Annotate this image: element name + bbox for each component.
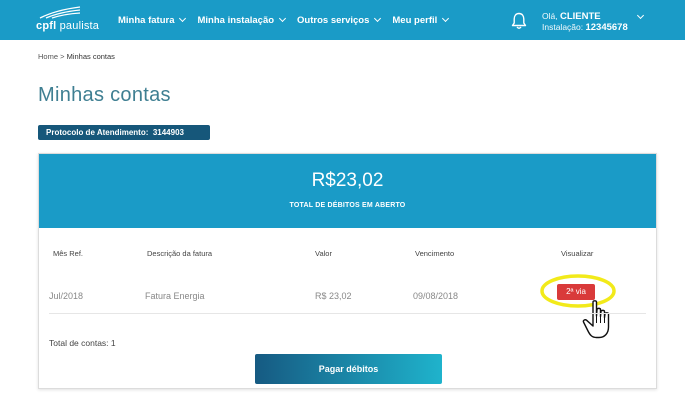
nav-outros-servicos[interactable]: Outros serviços <box>297 14 382 26</box>
pay-debts-button[interactable]: Pagar débitos <box>255 354 442 384</box>
user-menu-chevron-down-icon[interactable] <box>636 11 645 20</box>
total-debts-value: R$23,02 <box>311 170 384 191</box>
total-bills-count: Total de contas: 1 <box>49 338 116 348</box>
logo-text-suffix: paulista <box>56 20 100 32</box>
nav-minha-fatura-label: Minha fatura <box>118 14 175 26</box>
row-value: R$ 23,02 <box>315 291 352 301</box>
column-header-month: Mês Ref. <box>53 249 84 258</box>
chevron-down-icon <box>279 14 287 23</box>
column-header-description: Descrição da fatura <box>147 249 213 258</box>
breadcrumb: Home > Minhas contas <box>38 52 115 61</box>
user-name: CLIENTE <box>559 11 601 22</box>
nav-minha-instalacao[interactable]: Minha instalação <box>197 14 287 26</box>
nav-minha-instalacao-label: Minha instalação <box>197 14 275 26</box>
total-debts-banner: R$23,02 TOTAL DE DÉBITOS EM ABERTO <box>39 154 656 228</box>
chevron-down-icon <box>179 14 187 23</box>
breadcrumb-current: Minhas contas <box>66 52 115 61</box>
row-description: Fatura Energia <box>145 291 205 301</box>
main-nav: Minha fatura Minha instalação Outros ser… <box>118 0 450 40</box>
installation-label: Instalação: <box>542 22 586 32</box>
nav-meu-perfil-label: Meu perfil <box>392 14 438 26</box>
protocol-label: Protocolo de Atendimento: <box>46 128 149 137</box>
page-title: Minhas contas <box>38 84 171 106</box>
second-copy-button[interactable]: 2ª via <box>557 284 595 300</box>
row-month: Jul/2018 <box>49 291 84 301</box>
total-debts-label: TOTAL DE DÉBITOS EM ABERTO <box>289 202 406 209</box>
top-navigation-bar: cpfl paulista Minha fatura Minha instala… <box>0 0 685 40</box>
user-installation-line: Instalação: 12345678 <box>542 22 628 33</box>
row-due-date: 09/08/2018 <box>413 291 459 301</box>
protocol-number: 3144903 <box>152 128 184 137</box>
bills-card: R$23,02 TOTAL DE DÉBITOS EM ABERTO Mês R… <box>38 153 657 389</box>
logo-text-brand: cpfl <box>36 20 57 32</box>
nav-minha-fatura[interactable]: Minha fatura <box>118 14 187 26</box>
cpfl-logo-swoosh-icon <box>39 6 81 19</box>
logo-text: cpfl paulista <box>36 20 99 32</box>
installation-number: 12345678 <box>585 22 628 33</box>
nav-meu-perfil[interactable]: Meu perfil <box>392 14 450 26</box>
bell-icon[interactable] <box>511 12 527 30</box>
user-greeting-line: Olá, CLIENTE <box>542 11 628 22</box>
chevron-down-icon <box>374 14 382 23</box>
row-divider <box>49 313 646 314</box>
breadcrumb-separator: > <box>58 52 67 61</box>
protocol-badge: Protocolo de Atendimento: 3144903 <box>38 125 210 140</box>
user-info[interactable]: Olá, CLIENTE Instalação: 12345678 <box>542 11 628 33</box>
column-header-due-date: Vencimento <box>415 249 455 258</box>
cpfl-logo[interactable]: cpfl paulista <box>36 6 106 36</box>
column-header-view: Visualizar <box>561 249 594 258</box>
hand-pointer-cursor-icon <box>582 300 610 339</box>
breadcrumb-home[interactable]: Home <box>38 52 58 61</box>
chevron-down-icon <box>442 14 450 23</box>
user-greeting: Olá, <box>542 11 560 21</box>
nav-outros-servicos-label: Outros serviços <box>297 14 370 26</box>
column-header-value: Valor <box>315 249 332 258</box>
